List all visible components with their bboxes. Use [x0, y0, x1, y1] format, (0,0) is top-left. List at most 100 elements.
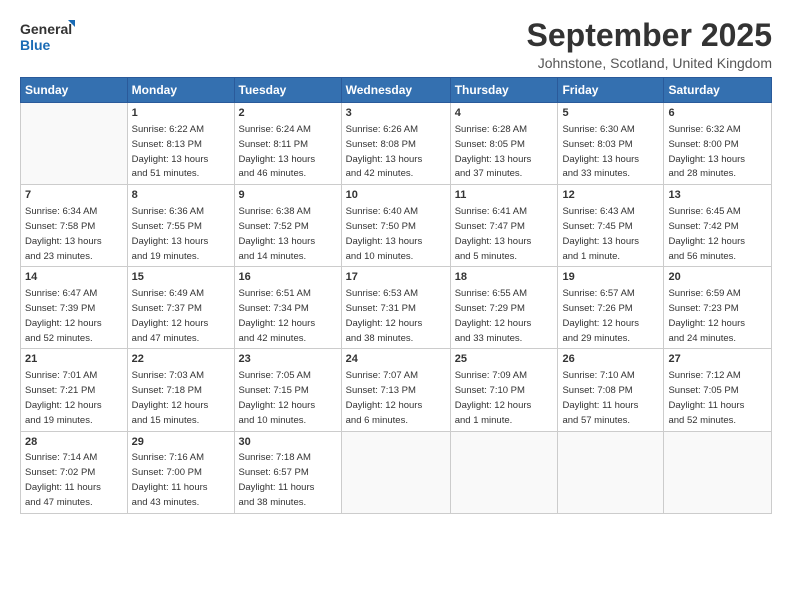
calendar-cell: 16 Sunrise: 6:51 AMSunset: 7:34 PMDayligh…: [234, 267, 341, 349]
calendar-cell: 21 Sunrise: 7:01 AMSunset: 7:21 PMDayligh…: [21, 349, 128, 431]
day-number: 18: [455, 270, 554, 285]
day-detail: Sunrise: 7:10 AMSunset: 7:08 PMDaylight:…: [562, 370, 638, 425]
day-number: 27: [668, 352, 767, 367]
day-detail: Sunrise: 6:55 AMSunset: 7:29 PMDaylight:…: [455, 288, 532, 343]
day-number: 16: [239, 270, 337, 285]
calendar-cell: 17 Sunrise: 6:53 AMSunset: 7:31 PMDayligh…: [341, 267, 450, 349]
calendar-cell: 28 Sunrise: 7:14 AMSunset: 7:02 PMDayligh…: [21, 431, 128, 513]
calendar-cell: 12 Sunrise: 6:43 AMSunset: 7:45 PMDayligh…: [558, 185, 664, 267]
calendar-cell: 6Sunrise: 6:32 AMSunset: 8:00 PMDaylight…: [664, 103, 772, 185]
day-detail: Sunrise: 6:53 AMSunset: 7:31 PMDaylight:…: [346, 288, 423, 343]
svg-text:Blue: Blue: [20, 37, 51, 53]
day-number: 25: [455, 352, 554, 367]
day-detail: Sunrise: 7:01 AMSunset: 7:21 PMDaylight:…: [25, 370, 102, 425]
day-number: 24: [346, 352, 446, 367]
day-number: 17: [346, 270, 446, 285]
day-number: 9: [239, 188, 337, 203]
calendar-cell: 13 Sunrise: 6:45 AMSunset: 7:42 PMDayligh…: [664, 185, 772, 267]
calendar-cell: 20Sunrise: 6:59 AMSunset: 7:23 PMDayligh…: [664, 267, 772, 349]
day-detail: Sunrise: 6:49 AMSunset: 7:37 PMDaylight:…: [132, 288, 209, 343]
calendar-cell: 5Sunrise: 6:30 AMSunset: 8:03 PMDaylight…: [558, 103, 664, 185]
day-detail: Sunrise: 6:51 AMSunset: 7:34 PMDaylight:…: [239, 288, 316, 343]
day-number: 8: [132, 188, 230, 203]
day-number: 12: [562, 188, 659, 203]
calendar-cell: 7 Sunrise: 6:34 AMSunset: 7:58 PMDaylight…: [21, 185, 128, 267]
day-number: 26: [562, 352, 659, 367]
day-number: 14: [25, 270, 123, 285]
calendar-week-2: 14 Sunrise: 6:47 AMSunset: 7:39 PMDayligh…: [21, 267, 772, 349]
calendar-table: SundayMondayTuesdayWednesdayThursdayFrid…: [20, 77, 772, 513]
day-detail: Sunrise: 6:24 AMSunset: 8:11 PMDaylight:…: [239, 124, 316, 179]
calendar-cell: 8 Sunrise: 6:36 AMSunset: 7:55 PMDaylight…: [127, 185, 234, 267]
day-detail: Sunrise: 6:38 AMSunset: 7:52 PMDaylight:…: [239, 206, 316, 261]
day-detail: Sunrise: 6:40 AMSunset: 7:50 PMDaylight:…: [346, 206, 423, 261]
calendar-cell: 4Sunrise: 6:28 AMSunset: 8:05 PMDaylight…: [450, 103, 558, 185]
day-detail: Sunrise: 7:14 AMSunset: 7:02 PMDaylight:…: [25, 452, 101, 507]
calendar-cell: 26 Sunrise: 7:10 AMSunset: 7:08 PMDayligh…: [558, 349, 664, 431]
day-number: 4: [455, 106, 554, 121]
calendar-cell: 14 Sunrise: 6:47 AMSunset: 7:39 PMDayligh…: [21, 267, 128, 349]
day-detail: Sunrise: 6:45 AMSunset: 7:42 PMDaylight:…: [668, 206, 745, 261]
day-detail: Sunrise: 6:22 AMSunset: 8:13 PMDaylight:…: [132, 124, 209, 179]
day-number: 23: [239, 352, 337, 367]
day-detail: Sunrise: 7:16 AMSunset: 7:00 PMDaylight:…: [132, 452, 208, 507]
calendar-cell: 11Sunrise: 6:41 AMSunset: 7:47 PMDayligh…: [450, 185, 558, 267]
day-number: 19: [562, 270, 659, 285]
day-detail: Sunrise: 6:26 AMSunset: 8:08 PMDaylight:…: [346, 124, 423, 179]
weekday-header-tuesday: Tuesday: [234, 78, 341, 103]
day-number: 7: [25, 188, 123, 203]
day-number: 13: [668, 188, 767, 203]
calendar-week-3: 21 Sunrise: 7:01 AMSunset: 7:21 PMDayligh…: [21, 349, 772, 431]
day-number: 29: [132, 435, 230, 450]
weekday-header-friday: Friday: [558, 78, 664, 103]
day-detail: Sunrise: 6:57 AMSunset: 7:26 PMDaylight:…: [562, 288, 639, 343]
weekday-header-sunday: Sunday: [21, 78, 128, 103]
location: Johnstone, Scotland, United Kingdom: [527, 55, 772, 71]
day-number: 21: [25, 352, 123, 367]
day-number: 11: [455, 188, 554, 203]
day-number: 30: [239, 435, 337, 450]
calendar-week-4: 28 Sunrise: 7:14 AMSunset: 7:02 PMDayligh…: [21, 431, 772, 513]
calendar-cell: [450, 431, 558, 513]
calendar-cell: 3 Sunrise: 6:26 AMSunset: 8:08 PMDaylight…: [341, 103, 450, 185]
calendar-cell: 22 Sunrise: 7:03 AMSunset: 7:18 PMDayligh…: [127, 349, 234, 431]
calendar-cell: [21, 103, 128, 185]
weekday-header-thursday: Thursday: [450, 78, 558, 103]
weekday-header-saturday: Saturday: [664, 78, 772, 103]
day-detail: Sunrise: 6:36 AMSunset: 7:55 PMDaylight:…: [132, 206, 209, 261]
calendar-cell: 1 Sunrise: 6:22 AMSunset: 8:13 PMDaylight…: [127, 103, 234, 185]
calendar-cell: 23Sunrise: 7:05 AMSunset: 7:15 PMDayligh…: [234, 349, 341, 431]
calendar-cell: 10 Sunrise: 6:40 AMSunset: 7:50 PMDayligh…: [341, 185, 450, 267]
calendar-cell: 24Sunrise: 7:07 AMSunset: 7:13 PMDayligh…: [341, 349, 450, 431]
title-block: September 2025 Johnstone, Scotland, Unit…: [527, 18, 772, 71]
day-number: 22: [132, 352, 230, 367]
day-detail: Sunrise: 7:18 AMSunset: 6:57 PMDaylight:…: [239, 452, 315, 507]
page: General Blue September 2025 Johnstone, S…: [0, 0, 792, 612]
day-number: 1: [132, 106, 230, 121]
weekday-header-wednesday: Wednesday: [341, 78, 450, 103]
day-number: 6: [668, 106, 767, 121]
day-number: 5: [562, 106, 659, 121]
calendar-cell: 25 Sunrise: 7:09 AMSunset: 7:10 PMDayligh…: [450, 349, 558, 431]
day-number: 10: [346, 188, 446, 203]
day-detail: Sunrise: 6:43 AMSunset: 7:45 PMDaylight:…: [562, 206, 639, 261]
calendar-cell: [341, 431, 450, 513]
day-detail: Sunrise: 6:47 AMSunset: 7:39 PMDaylight:…: [25, 288, 102, 343]
calendar-cell: 29 Sunrise: 7:16 AMSunset: 7:00 PMDayligh…: [127, 431, 234, 513]
day-number: 2: [239, 106, 337, 121]
calendar-cell: 15 Sunrise: 6:49 AMSunset: 7:37 PMDayligh…: [127, 267, 234, 349]
calendar-cell: 19 Sunrise: 6:57 AMSunset: 7:26 PMDayligh…: [558, 267, 664, 349]
weekday-header-row: SundayMondayTuesdayWednesdayThursdayFrid…: [21, 78, 772, 103]
day-number: 15: [132, 270, 230, 285]
day-detail: Sunrise: 6:34 AMSunset: 7:58 PMDaylight:…: [25, 206, 102, 261]
calendar-cell: 18 Sunrise: 6:55 AMSunset: 7:29 PMDayligh…: [450, 267, 558, 349]
day-number: 28: [25, 435, 123, 450]
logo-svg: General Blue: [20, 18, 75, 56]
calendar-cell: 9 Sunrise: 6:38 AMSunset: 7:52 PMDaylight…: [234, 185, 341, 267]
calendar-cell: 30 Sunrise: 7:18 AMSunset: 6:57 PMDayligh…: [234, 431, 341, 513]
day-number: 3: [346, 106, 446, 121]
day-detail: Sunrise: 6:59 AMSunset: 7:23 PMDaylight:…: [668, 288, 745, 343]
weekday-header-monday: Monday: [127, 78, 234, 103]
day-detail: Sunrise: 7:09 AMSunset: 7:10 PMDaylight:…: [455, 370, 532, 425]
day-detail: Sunrise: 7:03 AMSunset: 7:18 PMDaylight:…: [132, 370, 209, 425]
